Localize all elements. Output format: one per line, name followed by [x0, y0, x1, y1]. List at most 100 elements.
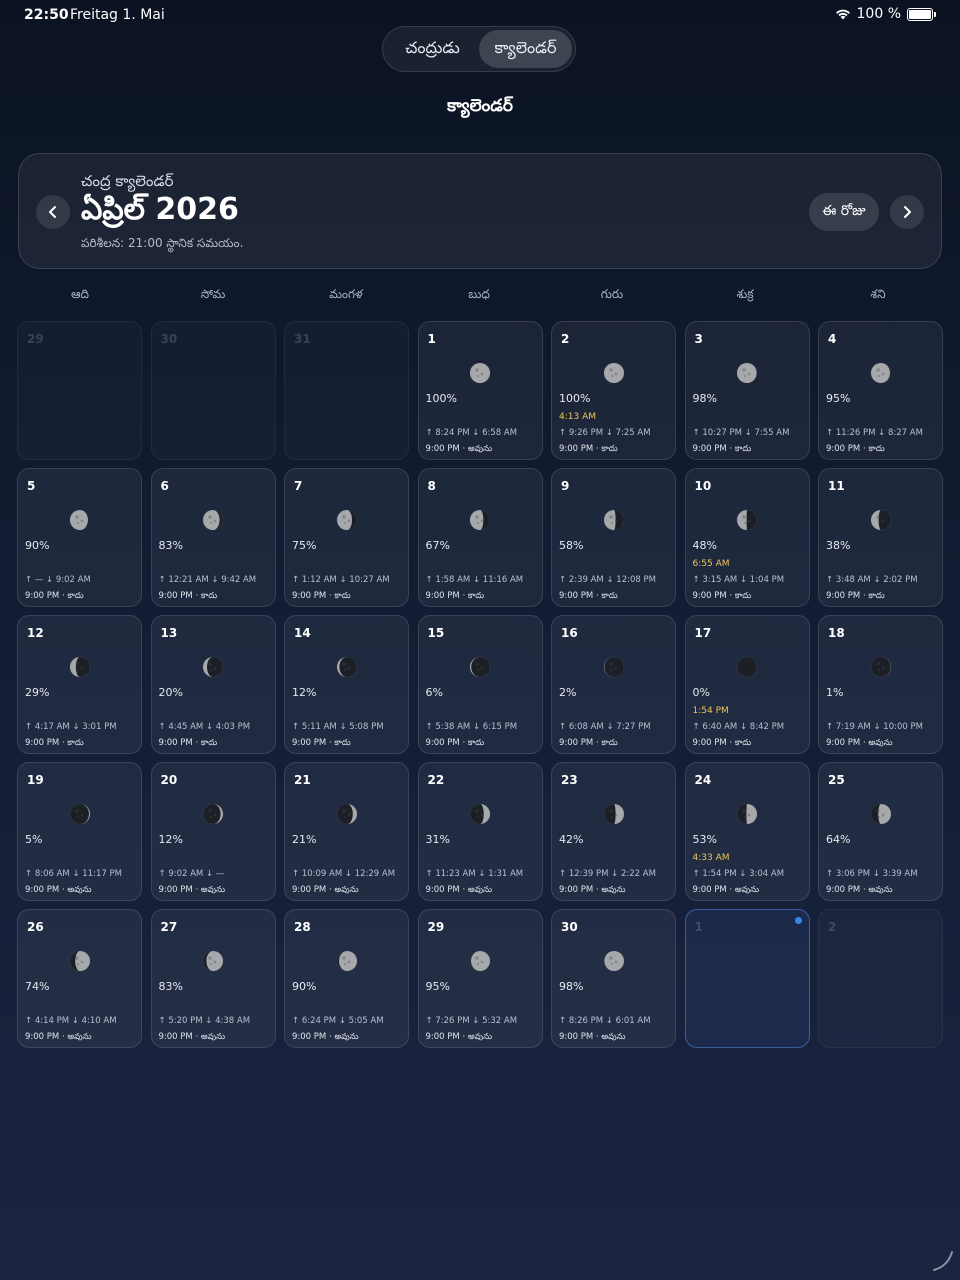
day-number: 13	[160, 626, 178, 640]
illumination-percent: 12%	[158, 833, 183, 846]
day-cell[interactable]: 14 12% ↑ 5:11 AM ↓ 5:08 PM 9:00 PM · కాదు	[284, 615, 409, 754]
moon-phase-icon	[202, 509, 224, 531]
moon-phase-icon	[469, 656, 491, 678]
visibility-status: 9:00 PM · కాదు	[559, 591, 618, 601]
day-cell[interactable]: 29	[17, 321, 142, 460]
day-cell[interactable]: 15 6% ↑ 5:38 AM ↓ 6:15 PM 9:00 PM · కాదు	[417, 615, 543, 754]
day-cell[interactable]: 1	[684, 909, 810, 1048]
illumination-percent: 31%	[425, 833, 450, 846]
visibility-status: 9:00 PM · కాదు	[158, 591, 218, 601]
day-cell[interactable]: 6 83% ↑ 12:21 AM ↓ 9:42 AM 9:00 PM · కాదు	[150, 468, 276, 607]
moonrise-moonset: ↑ 9:02 AM ↓ —	[158, 869, 225, 879]
moonrise-moonset: ↑ 5:11 AM ↓ 5:08 PM	[292, 722, 384, 732]
moonrise-moonset: ↑ 8:26 PM ↓ 6:01 AM	[559, 1016, 651, 1026]
phase-event-time: 1:54 PM	[692, 706, 729, 716]
day-number: 8	[427, 479, 436, 493]
illumination-percent: 58%	[559, 539, 584, 552]
day-cell[interactable]: 22 31% ↑ 11:23 AM ↓ 1:31 AM 9:00 PM · అవును	[417, 762, 543, 901]
day-cell[interactable]: 20 12% ↑ 9:02 AM ↓ — 9:00 PM · అవును	[150, 762, 276, 901]
next-month-button[interactable]	[890, 195, 924, 229]
weekday-header-row: ఆది సోమ మంగళ బుధ గురు శుక్ర శని	[17, 287, 943, 307]
segment-calendar[interactable]: క్యాలెండర్	[479, 30, 572, 68]
status-time: 22:50	[24, 7, 69, 23]
visibility-status: 9:00 PM · అవును	[25, 885, 92, 895]
day-number: 1	[427, 332, 436, 346]
day-cell[interactable]: 24 53% 4:33 AM ↑ 1:54 PM ↓ 3:04 AM 9:00 PM ·…	[684, 762, 810, 901]
battery-tip	[934, 11, 936, 17]
visibility-status: 9:00 PM · కాదు	[158, 738, 218, 748]
day-cell[interactable]: 11 38% ↑ 3:48 AM ↓ 2:02 PM 9:00 PM · కాదు	[818, 468, 943, 607]
day-cell[interactable]: 19 5% ↑ 8:06 AM ↓ 11:17 PM 9:00 PM · అవును	[17, 762, 142, 901]
moonrise-moonset: ↑ 3:06 PM ↓ 3:39 AM	[826, 869, 918, 879]
day-number: 26	[27, 920, 44, 934]
calendar-subtitle: చంద్ర క్యాలెండర్	[81, 172, 174, 190]
illumination-percent: 64%	[826, 833, 851, 846]
day-number: 20	[160, 773, 178, 787]
month-title: ఏప్రిల్ 2026	[81, 192, 239, 227]
day-cell[interactable]: 2 100% 4:13 AM ↑ 9:26 PM ↓ 7:25 AM 9:00 PM ·…	[551, 321, 676, 460]
day-cell[interactable]: 21 21% ↑ 10:09 AM ↓ 12:29 AM 9:00 PM · అవున…	[284, 762, 409, 901]
day-number: 19	[27, 773, 44, 787]
day-cell[interactable]: 23 42% ↑ 12:39 PM ↓ 2:22 AM 9:00 PM · అవును	[551, 762, 676, 901]
day-cell[interactable]: 1 100% ↑ 8:24 PM ↓ 6:58 AM 9:00 PM · అవును	[417, 321, 543, 460]
day-number: 29	[427, 920, 445, 934]
moon-phase-icon	[603, 803, 624, 825]
day-cell[interactable]: 4 95% ↑ 11:26 PM ↓ 8:27 AM 9:00 PM · కాదు	[818, 321, 943, 460]
wifi-icon	[835, 9, 850, 20]
moon-phase-icon	[603, 950, 624, 972]
day-number: 17	[694, 626, 712, 640]
moon-phase-icon	[69, 656, 90, 678]
day-cell[interactable]: 12 29% ↑ 4:17 AM ↓ 3:01 PM 9:00 PM · కాదు	[17, 615, 142, 754]
illumination-percent: 83%	[158, 980, 183, 993]
illumination-percent: 20%	[158, 686, 183, 699]
illumination-percent: 75%	[292, 539, 317, 552]
segment-moon[interactable]: చంద్రుడు	[386, 30, 479, 68]
weekday-label: శుక్ర	[736, 287, 754, 301]
day-cell[interactable]: 16 2% ↑ 6:08 AM ↓ 7:27 PM 9:00 PM · కాదు	[551, 615, 676, 754]
visibility-status: 9:00 PM · అవును	[158, 1032, 226, 1042]
day-number: 18	[828, 626, 845, 640]
day-cell[interactable]: 10 48% 6:55 AM ↑ 3:15 AM ↓ 1:04 PM 9:00 PM ·…	[684, 468, 810, 607]
moon-phase-icon	[469, 509, 491, 531]
battery-percent: 100 %	[856, 6, 901, 22]
today-button[interactable]: ఈ రోజు	[809, 193, 879, 231]
day-number: 30	[160, 332, 178, 346]
day-cell[interactable]: 8 67% ↑ 1:58 AM ↓ 11:16 AM 9:00 PM · కాదు	[417, 468, 543, 607]
day-cell[interactable]: 30	[150, 321, 276, 460]
day-number: 11	[828, 479, 845, 493]
moon-phase-icon	[336, 950, 357, 972]
illumination-percent: 5%	[25, 833, 43, 846]
moonrise-moonset: ↑ 5:38 AM ↓ 6:15 PM	[425, 722, 518, 732]
day-cell[interactable]: 28 90% ↑ 6:24 PM ↓ 5:05 AM 9:00 PM · అవును	[284, 909, 409, 1048]
day-number: 25	[828, 773, 845, 787]
status-date: Freitag 1. Mai	[70, 7, 165, 23]
day-cell[interactable]: 3 98% ↑ 10:27 PM ↓ 7:55 AM 9:00 PM · కాదు	[684, 321, 810, 460]
illumination-percent: 67%	[425, 539, 450, 552]
prev-month-button[interactable]	[36, 195, 70, 229]
day-number: 27	[160, 920, 178, 934]
visibility-status: 9:00 PM · కాదు	[826, 444, 885, 454]
day-cell[interactable]: 26 74% ↑ 4:14 PM ↓ 4:10 AM 9:00 PM · అవును	[17, 909, 142, 1048]
day-cell[interactable]: 5 90% ↑ — ↓ 9:02 AM 9:00 PM · కాదు	[17, 468, 142, 607]
moonrise-moonset: ↑ 12:39 PM ↓ 2:22 AM	[559, 869, 656, 879]
visibility-status: 9:00 PM · అవును	[559, 1032, 626, 1042]
day-cell[interactable]: 17 0% 1:54 PM ↑ 6:40 AM ↓ 8:42 PM 9:00 PM · …	[684, 615, 810, 754]
illumination-percent: 83%	[158, 539, 183, 552]
phase-event-time: 4:33 AM	[692, 853, 730, 863]
day-cell[interactable]: 27 83% ↑ 5:20 PM ↓ 4:38 AM 9:00 PM · అవును	[150, 909, 276, 1048]
day-cell[interactable]: 29 95% ↑ 7:26 PM ↓ 5:32 AM 9:00 PM · అవును	[417, 909, 543, 1048]
day-cell[interactable]: 25 64% ↑ 3:06 PM ↓ 3:39 AM 9:00 PM · అవును	[818, 762, 943, 901]
day-cell[interactable]: 31	[284, 321, 409, 460]
day-cell[interactable]: 30 98% ↑ 8:26 PM ↓ 6:01 AM 9:00 PM · అవును	[551, 909, 676, 1048]
moonrise-moonset: ↑ 12:21 AM ↓ 9:42 AM	[158, 575, 257, 585]
day-cell[interactable]: 9 58% ↑ 2:39 AM ↓ 12:08 PM 9:00 PM · కాదు	[551, 468, 676, 607]
moon-phase-icon	[603, 656, 624, 678]
day-cell[interactable]: 13 20% ↑ 4:45 AM ↓ 4:03 PM 9:00 PM · కాదు	[150, 615, 276, 754]
moonrise-moonset: ↑ 7:26 PM ↓ 5:32 AM	[425, 1016, 518, 1026]
day-cell[interactable]: 2	[818, 909, 943, 1048]
day-number: 5	[27, 479, 36, 493]
day-cell[interactable]: 7 75% ↑ 1:12 AM ↓ 10:27 AM 9:00 PM · కాదు	[284, 468, 409, 607]
day-cell[interactable]: 18 1% ↑ 7:19 AM ↓ 10:00 PM 9:00 PM · అవును	[818, 615, 943, 754]
day-number: 24	[694, 773, 712, 787]
moon-phase-icon	[202, 803, 224, 825]
